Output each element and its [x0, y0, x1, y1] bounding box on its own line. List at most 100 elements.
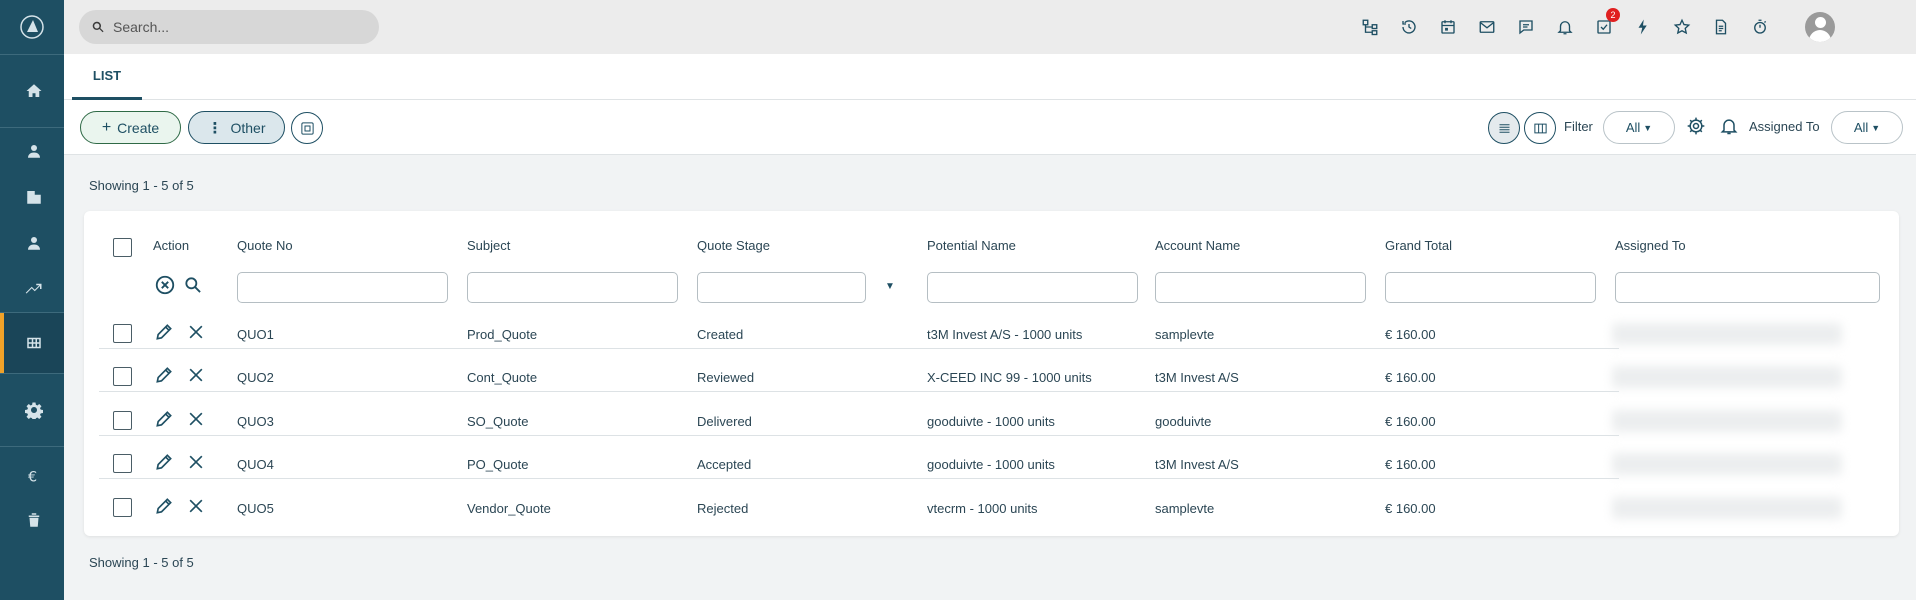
subject-cell[interactable]: SO_Quote	[467, 414, 528, 429]
row-checkbox[interactable]	[113, 454, 132, 473]
select-all-checkbox[interactable]	[113, 238, 132, 257]
tasks-button[interactable]: 2	[1584, 8, 1623, 36]
subject-cell[interactable]: Prod_Quote	[467, 327, 537, 342]
sidebar-item-currency[interactable]: €	[0, 447, 64, 505]
pencil-icon	[156, 324, 172, 340]
edit-button[interactable]	[154, 409, 174, 432]
select-view-button[interactable]	[291, 112, 323, 144]
account-name-cell[interactable]: t3M Invest A/S	[1155, 457, 1239, 472]
delete-button[interactable]	[186, 496, 206, 519]
column-header-action: Action	[153, 238, 190, 253]
pencil-icon	[156, 367, 172, 383]
sidebar-item-settings[interactable]	[0, 374, 64, 446]
column-header-potential-name[interactable]: Potential Name	[927, 238, 1016, 253]
column-view-button[interactable]	[1524, 112, 1556, 144]
column-header-subject[interactable]: Subject	[467, 238, 510, 253]
building-icon	[27, 191, 41, 204]
settings-button[interactable]	[1686, 116, 1706, 139]
potential-name-cell[interactable]: gooduivte - 1000 units	[927, 457, 1055, 472]
edit-button[interactable]	[154, 452, 174, 475]
filter-potential-name[interactable]	[927, 272, 1138, 303]
delete-button[interactable]	[186, 365, 206, 388]
delete-button[interactable]	[186, 409, 206, 432]
clear-filter-button[interactable]	[154, 274, 176, 299]
trending-up-icon	[25, 283, 42, 294]
filter-label: Filter	[1564, 119, 1593, 134]
assigned-to-select[interactable]: All ▼	[1831, 111, 1903, 144]
row-checkbox[interactable]	[113, 498, 132, 517]
column-header-quote-stage[interactable]: Quote Stage	[697, 238, 770, 253]
search-input[interactable]	[113, 19, 353, 35]
grid-icon	[27, 337, 41, 349]
reminder-button[interactable]	[1719, 116, 1739, 139]
lightning-icon	[1638, 19, 1647, 35]
gear-icon	[25, 402, 43, 419]
history-button[interactable]	[1389, 18, 1428, 36]
create-label: Create	[117, 119, 160, 136]
grand-total-cell: € 160.00	[1385, 501, 1436, 516]
filter-account-name[interactable]	[1155, 272, 1366, 303]
potential-name-cell[interactable]: X-CEED INC 99 - 1000 units	[927, 370, 1092, 385]
subject-cell[interactable]: Cont_Quote	[467, 370, 537, 385]
quick-action-button[interactable]	[1623, 18, 1662, 36]
calendar-button[interactable]	[1428, 18, 1467, 36]
potential-name-cell[interactable]: t3M Invest A/S - 1000 units	[927, 327, 1082, 342]
subject-cell[interactable]: Vendor_Quote	[467, 501, 551, 516]
user-icon	[28, 145, 40, 158]
account-name-cell[interactable]: samplevte	[1155, 501, 1214, 516]
row-checkbox[interactable]	[113, 367, 132, 386]
sidebar-item-inventory[interactable]	[0, 313, 64, 373]
mail-button[interactable]	[1467, 18, 1506, 36]
person-icon	[28, 237, 40, 250]
row-divider	[99, 391, 1619, 392]
row-checkbox[interactable]	[113, 411, 132, 430]
filter-value: All	[1625, 120, 1641, 135]
filter-subject[interactable]	[467, 272, 678, 303]
notifications-button[interactable]	[1545, 18, 1584, 36]
create-button[interactable]: + Create	[80, 111, 181, 144]
account-name-cell[interactable]: samplevte	[1155, 327, 1214, 342]
favorites-button[interactable]	[1662, 18, 1701, 36]
quote-stage-dropdown-icon[interactable]: ▼	[885, 281, 895, 292]
sidebar-item-contacts[interactable]	[0, 128, 64, 174]
filter-grand-total[interactable]	[1385, 272, 1596, 303]
delete-button[interactable]	[186, 452, 206, 475]
account-name-cell[interactable]: gooduivte	[1155, 414, 1211, 429]
org-chart-button[interactable]	[1350, 18, 1389, 36]
column-header-grand-total[interactable]: Grand Total	[1385, 238, 1452, 253]
global-search[interactable]	[79, 10, 379, 44]
list-view-button[interactable]	[1488, 112, 1520, 144]
edit-button[interactable]	[154, 365, 174, 388]
pencil-icon	[156, 454, 172, 470]
filter-quote-stage[interactable]	[697, 272, 866, 303]
potential-name-cell[interactable]: vtecrm - 1000 units	[927, 501, 1038, 516]
edit-button[interactable]	[154, 496, 174, 519]
filter-assigned-to[interactable]	[1615, 272, 1880, 303]
edit-button[interactable]	[154, 322, 174, 345]
app-logo[interactable]	[0, 0, 64, 54]
column-header-assigned-to[interactable]: Assigned To	[1615, 238, 1686, 253]
sidebar-item-home[interactable]	[0, 55, 64, 127]
column-header-quote-no[interactable]: Quote No	[237, 238, 293, 253]
potential-name-cell[interactable]: gooduivte - 1000 units	[927, 414, 1055, 429]
other-button[interactable]: ⋮ Other	[188, 111, 285, 144]
subject-cell[interactable]: PO_Quote	[467, 457, 528, 472]
caret-down-icon: ▼	[1871, 122, 1881, 133]
search-filter-button[interactable]	[183, 275, 203, 298]
row-checkbox[interactable]	[113, 324, 132, 343]
delete-button[interactable]	[186, 322, 206, 345]
sidebar-item-accounts[interactable]	[0, 174, 64, 220]
sidebar-item-leads[interactable]	[0, 220, 64, 266]
documents-button[interactable]	[1701, 18, 1740, 36]
timer-button[interactable]	[1740, 18, 1779, 36]
chat-button[interactable]	[1506, 18, 1545, 36]
filter-quote-no[interactable]	[237, 272, 448, 303]
sidebar-item-opportunities[interactable]	[0, 266, 64, 312]
filter-select[interactable]: All ▼	[1603, 111, 1675, 144]
account-name-cell[interactable]: t3M Invest A/S	[1155, 370, 1239, 385]
caret-down-icon: ▼	[1643, 122, 1653, 133]
user-avatar[interactable]	[1805, 12, 1835, 42]
column-header-account-name[interactable]: Account Name	[1155, 238, 1240, 253]
sidebar-item-recycle-bin[interactable]	[0, 505, 64, 535]
tab-list[interactable]: LIST	[72, 54, 142, 100]
